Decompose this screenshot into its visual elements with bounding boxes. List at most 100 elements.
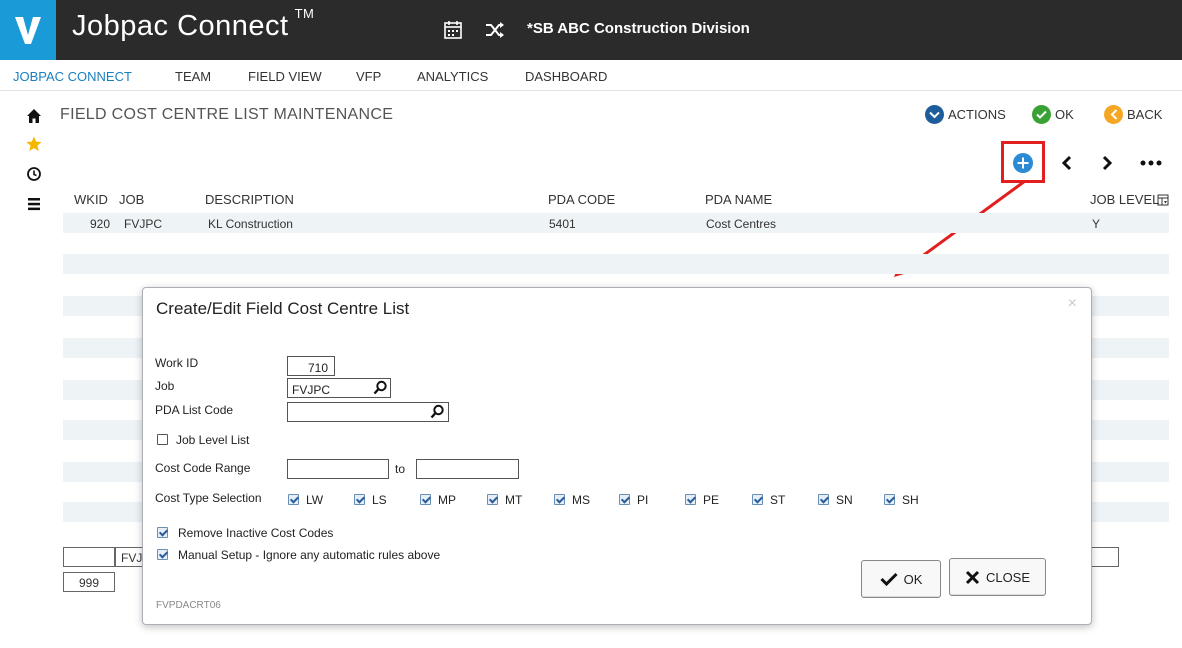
job-level-list-checkbox[interactable] [157, 434, 168, 445]
division-name[interactable]: *SB ABC Construction Division [527, 20, 750, 37]
x-icon [965, 570, 980, 584]
next-button[interactable] [1094, 150, 1120, 176]
ellipsis-icon [1140, 160, 1162, 166]
cost-type-lw-checkbox[interactable] [288, 494, 299, 505]
column-header-pda-code[interactable]: PDA CODE [548, 192, 615, 207]
nav-team[interactable]: TEAM [175, 69, 211, 84]
job-level-list-label: Job Level List [176, 433, 250, 447]
cost-type-sh-checkbox[interactable] [884, 494, 895, 505]
cost-type-sn-checkbox[interactable] [818, 494, 829, 505]
background-code-input[interactable]: 999 [63, 572, 115, 592]
cost-type-mp-checkbox[interactable] [420, 494, 431, 505]
jobpac-logo[interactable] [0, 0, 56, 60]
background-right-input[interactable] [1090, 547, 1119, 567]
trademark: TM [294, 6, 315, 22]
cell-description: KL Construction [208, 217, 293, 231]
column-header-pda-name[interactable]: PDA NAME [705, 192, 772, 207]
star-icon[interactable] [26, 136, 42, 152]
nav-divider [0, 90, 1182, 91]
cost-type-ms-checkbox[interactable] [554, 494, 565, 505]
nav-dashboard[interactable]: DASHBOARD [525, 69, 607, 84]
cost-type-pi-checkbox[interactable] [619, 494, 630, 505]
dialog-ok-label: OK [903, 571, 923, 587]
job-label: Job [155, 379, 175, 393]
chevron-down-circle-icon [925, 105, 944, 124]
cell-job: FVJPC [124, 217, 163, 231]
range-to-label: to [395, 462, 406, 476]
work-id-label: Work ID [155, 356, 199, 370]
actions-button[interactable]: ACTIONS [925, 105, 1006, 124]
column-settings-icon[interactable] [1157, 194, 1169, 206]
form-id: FVPDACRT06 [156, 600, 221, 611]
dialog-ok-button[interactable]: OK [861, 560, 941, 598]
dialog-title: Create/Edit Field Cost Centre List [156, 299, 410, 318]
calendar-icon[interactable] [442, 19, 464, 41]
cost-code-from-input[interactable] [287, 459, 389, 479]
column-header-job-level[interactable]: JOB LEVEL [1090, 192, 1159, 207]
background-input[interactable] [63, 547, 115, 567]
dialog-close-button[interactable]: CLOSE [949, 558, 1046, 596]
top-header-bar: Jobpac Connect TM *SB ABC Construction Di… [0, 0, 1182, 60]
cell-job-level: Y [1092, 217, 1101, 231]
cost-type-sh-label: SH [902, 493, 919, 507]
nav-field-view[interactable]: FIELD VIEW [248, 69, 322, 84]
cell-wkid: 920 [90, 217, 111, 231]
chevron-right-icon [1102, 155, 1113, 171]
home-icon[interactable] [26, 108, 42, 124]
cost-code-to-input[interactable] [416, 459, 519, 479]
column-header-description[interactable]: DESCRIPTION [205, 192, 294, 207]
main-nav: JOBPAC CONNECT TEAM FIELD VIEW VFP ANALY… [0, 60, 1182, 93]
cost-type-pe-label: PE [703, 493, 720, 507]
shuffle-icon[interactable] [484, 19, 506, 41]
remove-inactive-checkbox[interactable] [157, 527, 168, 538]
cost-type-ls-checkbox[interactable] [354, 494, 365, 505]
pda-list-code-label: PDA List Code [155, 403, 234, 417]
cost-type-ms-label: MS [572, 493, 590, 507]
pda-list-code-input[interactable] [287, 402, 449, 422]
page-title: FIELD COST CENTRE LIST MAINTENANCE [60, 106, 394, 123]
check-icon [880, 572, 898, 586]
table-row-empty [63, 254, 1169, 274]
actions-label: ACTIONS [948, 107, 1006, 122]
more-options-button[interactable] [1138, 150, 1164, 176]
manual-setup-checkbox[interactable] [157, 549, 168, 560]
cost-type-pe-checkbox[interactable] [685, 494, 696, 505]
job-input-value: FVJPC [292, 383, 331, 397]
cost-type-selection-label: Cost Type Selection [155, 491, 262, 505]
ok-header-label: OK [1055, 107, 1074, 122]
cost-type-mp-label: MP [438, 493, 456, 507]
work-id-input[interactable]: 710 [287, 356, 335, 376]
cost-type-lw-label: LW [306, 493, 324, 507]
chevron-left-icon [1061, 155, 1072, 171]
previous-button[interactable] [1054, 150, 1080, 176]
cost-code-range-label: Cost Code Range [155, 461, 251, 475]
dialog-close-x-icon[interactable]: × [1068, 295, 1077, 313]
app-title-text: Jobpac Connect [72, 10, 289, 42]
column-header-wkid[interactable]: WKID [74, 192, 108, 207]
job-search-icon[interactable] [373, 380, 388, 395]
nav-jobpac-connect[interactable]: JOBPAC CONNECT [13, 69, 132, 84]
create-edit-dialog: Create/Edit Field Cost Centre List × Wor… [142, 287, 1092, 625]
nav-analytics[interactable]: ANALYTICS [417, 69, 488, 84]
nav-vfp[interactable]: VFP [356, 69, 381, 84]
pda-list-code-search-icon[interactable] [430, 404, 445, 419]
dialog-close-label: CLOSE [985, 569, 1031, 585]
cell-pda-code: 5401 [549, 217, 576, 231]
cost-type-ls-label: LS [372, 493, 387, 507]
column-header-job[interactable]: JOB [119, 192, 144, 207]
menu-icon[interactable] [26, 196, 42, 212]
back-button[interactable]: BACK [1104, 105, 1162, 124]
app-title: Jobpac Connect TM [72, 6, 314, 43]
cost-type-sn-label: SN [836, 493, 853, 507]
cost-type-st-label: ST [770, 493, 786, 507]
cost-type-pi-label: PI [637, 493, 649, 507]
cost-type-mt-label: MT [505, 493, 523, 507]
ok-header-button[interactable]: OK [1032, 105, 1074, 124]
cost-type-mt-checkbox[interactable] [487, 494, 498, 505]
chevron-left-circle-icon [1104, 105, 1123, 124]
cell-pda-name: Cost Centres [706, 217, 777, 231]
back-label: BACK [1127, 107, 1163, 122]
jobpac-logo-icon [15, 17, 41, 44]
history-clock-icon[interactable] [26, 166, 42, 182]
cost-type-st-checkbox[interactable] [752, 494, 763, 505]
